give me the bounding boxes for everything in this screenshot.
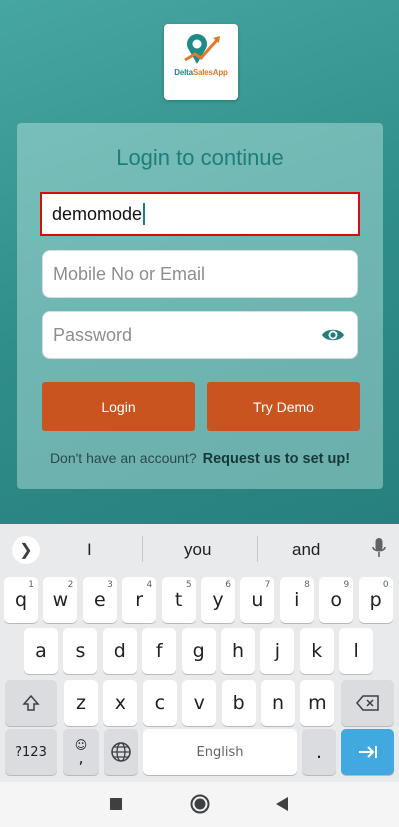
backspace-key[interactable] (341, 680, 394, 726)
password-field[interactable]: Password (42, 311, 358, 359)
key-t[interactable]: t5 (161, 577, 196, 623)
symbols-key[interactable]: ?123 (5, 729, 57, 775)
shift-icon (22, 694, 40, 711)
username-field[interactable]: demomode (40, 192, 360, 236)
key-i[interactable]: i8 (279, 577, 314, 623)
key-w[interactable]: w2 (43, 577, 78, 623)
key-number-hint: 7 (264, 580, 271, 590)
key-n[interactable]: n (261, 680, 295, 726)
key-f[interactable]: f (142, 628, 177, 674)
key-l[interactable]: l (339, 628, 374, 674)
logo-pin-icon (184, 34, 220, 64)
suggestion-divider (257, 536, 258, 562)
key-number-hint: 5 (185, 580, 192, 590)
key-q[interactable]: q1 (4, 577, 38, 623)
key-b[interactable]: b (221, 680, 256, 726)
shift-key[interactable] (5, 680, 57, 726)
period-key[interactable]: . (302, 729, 336, 775)
key-number-hint: 0 (382, 580, 389, 590)
space-bar[interactable]: English (143, 729, 297, 775)
key-number-hint: 3 (107, 580, 113, 590)
signup-prompt: Don't have an account? Request us to set … (17, 450, 383, 467)
key-number-hint: 2 (67, 580, 74, 590)
key-label: p (369, 589, 382, 611)
mobile-email-field[interactable]: Mobile No or Email (42, 250, 358, 298)
key-label: w (52, 589, 69, 611)
globe-key[interactable] (104, 729, 138, 775)
try-demo-button[interactable]: Try Demo (207, 382, 360, 431)
system-nav-bar (0, 782, 399, 827)
enter-key[interactable] (341, 729, 394, 775)
backspace-icon (355, 695, 379, 711)
key-v[interactable]: v (182, 680, 217, 726)
key-number-hint: 1 (28, 580, 34, 590)
back-icon[interactable] (275, 797, 289, 811)
key-x[interactable]: x (103, 680, 138, 726)
key-label: t (174, 589, 183, 611)
home-icon[interactable] (190, 794, 210, 814)
text-caret (143, 203, 146, 225)
username-value: demomode (52, 203, 143, 224)
key-j[interactable]: j (260, 628, 295, 674)
key-label: o (330, 589, 342, 611)
suggestion-1[interactable]: I (87, 540, 92, 560)
suggestion-2[interactable]: you (184, 540, 211, 560)
key-z[interactable]: z (64, 680, 98, 726)
login-button[interactable]: Login (42, 382, 195, 431)
key-u[interactable]: u7 (240, 577, 275, 623)
key-label: e (93, 589, 106, 611)
key-s[interactable]: s (63, 628, 98, 674)
key-number-hint: 8 (304, 580, 310, 590)
key-o[interactable]: o9 (319, 577, 354, 623)
login-card: Login to continue demomode Mobile No or … (17, 123, 383, 489)
key-a[interactable]: a (24, 628, 58, 674)
eye-icon[interactable] (321, 325, 345, 345)
password-placeholder: Password (53, 324, 133, 345)
key-g[interactable]: g (181, 628, 216, 674)
request-setup-link[interactable]: Request us to set up! (203, 451, 350, 467)
suggestion-divider (142, 536, 143, 562)
key-e[interactable]: e3 (82, 577, 117, 623)
key-label: u (251, 589, 264, 611)
key-label: q (14, 589, 28, 611)
key-label: y (212, 589, 224, 611)
key-r[interactable]: r4 (122, 577, 157, 623)
key-label: r (135, 589, 144, 611)
key-d[interactable]: d (102, 628, 137, 674)
mic-icon[interactable] (372, 538, 386, 560)
soft-keyboard: ❯ I you and ?123 ☺ , English . q 1 w 2 e… (0, 524, 399, 782)
login-title: Login to continue (116, 145, 284, 170)
key-c[interactable]: c (142, 680, 177, 726)
globe-icon (111, 742, 131, 762)
key-p[interactable]: p0 (358, 577, 393, 623)
key-m[interactable]: m (300, 680, 335, 726)
enter-arrow-icon (358, 746, 377, 758)
suggestion-3[interactable]: and (292, 540, 320, 560)
emoji-comma-key[interactable]: ☺ , (63, 729, 99, 775)
app-logo: DeltaSalesApp (164, 24, 238, 100)
comma-label: , (78, 748, 84, 767)
key-number-hint: 4 (146, 580, 153, 590)
suggestion-strip: ❯ I you and (0, 524, 399, 574)
key-number-hint: 6 (225, 580, 231, 590)
mobile-email-placeholder: Mobile No or Email (53, 263, 206, 284)
key-k[interactable]: k (299, 628, 334, 674)
logo-text: DeltaSalesApp (174, 68, 228, 77)
app-screen: DeltaSalesApp Login to continue demomode… (0, 0, 399, 524)
key-h[interactable]: h (221, 628, 255, 674)
signup-question: Don't have an account? (49, 450, 197, 466)
key-y[interactable]: y6 (201, 577, 235, 623)
key-label: i (294, 589, 300, 611)
chevron-right-icon[interactable]: ❯ (12, 536, 40, 564)
key-number-hint: 9 (343, 580, 350, 590)
recent-apps-icon[interactable] (110, 798, 122, 810)
